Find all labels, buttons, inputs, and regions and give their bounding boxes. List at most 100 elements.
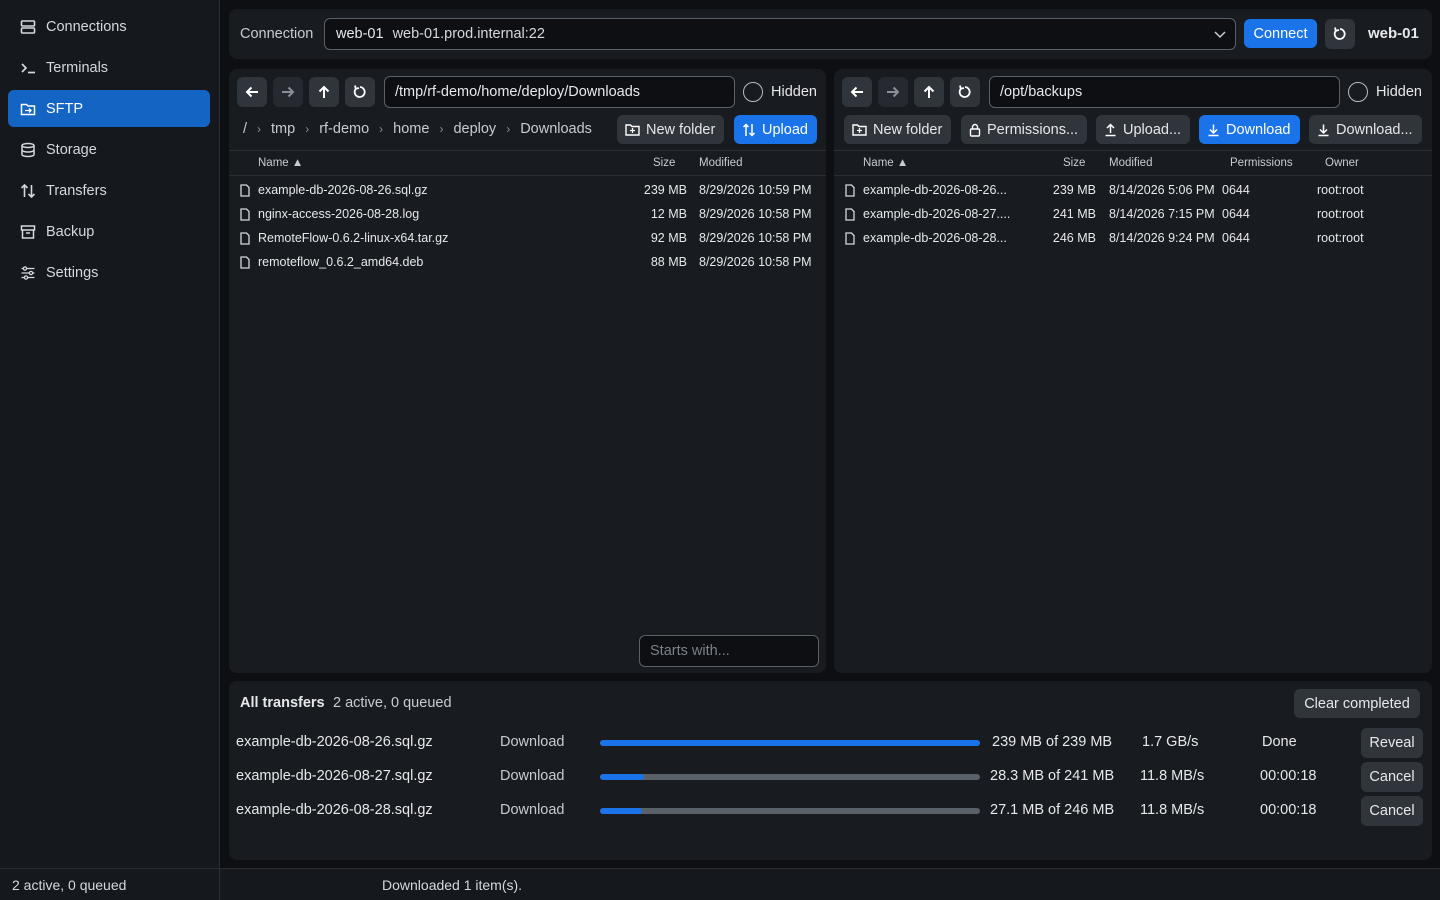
breadcrumb-home[interactable]: home xyxy=(393,121,429,137)
refresh-button[interactable] xyxy=(345,77,375,107)
file-name: example-db-2026-08-26.sql.gz xyxy=(258,183,428,197)
filter-input[interactable] xyxy=(639,635,819,667)
back-button[interactable] xyxy=(237,77,267,107)
sidebar: Connections Terminals SFTP Storage Trans… xyxy=(0,0,220,868)
column-permissions[interactable]: Permissions xyxy=(1230,157,1293,169)
cancel-button[interactable]: Cancel xyxy=(1361,762,1423,792)
column-owner[interactable]: Owner xyxy=(1325,157,1359,169)
table-row[interactable]: example-db-2026-08-26... 239 MB 8/14/202… xyxy=(834,178,1432,202)
permissions-button[interactable]: Permissions... xyxy=(961,115,1088,144)
folder-plus-icon xyxy=(625,123,640,137)
sidebar-item-connections[interactable]: Connections xyxy=(8,8,210,45)
transfer-eta: Done xyxy=(1262,734,1297,750)
table-row[interactable]: example-db-2026-08-26.sql.gz 239 MB 8/29… xyxy=(229,178,826,202)
file-permissions: 0644 xyxy=(1222,231,1250,245)
column-size[interactable]: Size xyxy=(1063,157,1085,169)
status-bar: 2 active, 0 queued Downloaded 1 item(s). xyxy=(0,868,1440,900)
breadcrumb-deploy[interactable]: deploy xyxy=(453,121,496,137)
table-row[interactable]: remoteflow_0.6.2_amd64.deb 88 MB 8/29/20… xyxy=(229,250,826,274)
table-row[interactable]: example-db-2026-08-27.... 241 MB 8/14/20… xyxy=(834,202,1432,226)
column-name[interactable]: Name ▲ xyxy=(258,157,303,169)
transfer-amount: 28.3 MB of 241 MB xyxy=(990,768,1115,784)
sidebar-item-terminals[interactable]: Terminals xyxy=(8,49,210,86)
progress-fill xyxy=(600,808,642,814)
sidebar-item-label: Backup xyxy=(46,223,95,240)
transfer-kind: Download xyxy=(500,802,565,818)
arrow-left-icon xyxy=(849,84,865,100)
new-folder-button[interactable]: New folder xyxy=(844,115,952,144)
refresh-icon xyxy=(957,84,973,100)
file-size: 88 MB xyxy=(650,255,687,269)
download-button[interactable]: Download xyxy=(1199,115,1300,144)
breadcrumb-root[interactable]: / xyxy=(243,121,247,137)
up-button[interactable] xyxy=(309,77,339,107)
hidden-toggle[interactable]: Hidden xyxy=(1348,82,1422,102)
hidden-label: Hidden xyxy=(771,84,817,100)
transfer-name: example-db-2026-08-28.sql.gz xyxy=(236,802,433,818)
new-folder-button[interactable]: New folder xyxy=(617,115,725,144)
file-modified: 8/14/2026 5:06 PM xyxy=(1109,183,1215,197)
reveal-button[interactable]: Reveal xyxy=(1361,728,1423,758)
breadcrumb-rf-demo[interactable]: rf-demo xyxy=(319,121,369,137)
sidebar-item-storage[interactable]: Storage xyxy=(8,131,210,168)
file-name: RemoteFlow-0.6.2-linux-x64.tar.gz xyxy=(258,231,449,245)
column-size[interactable]: Size xyxy=(653,157,675,169)
upload-as-button[interactable]: Upload... xyxy=(1096,115,1191,144)
breadcrumb-downloads[interactable]: Downloads xyxy=(520,121,592,137)
local-pane: Hidden / › tmp › rf-demo › home › deploy… xyxy=(229,69,826,673)
up-button[interactable] xyxy=(914,77,944,107)
file-name: example-db-2026-08-27.... xyxy=(863,207,1011,221)
path-input[interactable] xyxy=(384,76,735,108)
transfer-speed: 1.7 GB/s xyxy=(1142,734,1199,750)
table-row[interactable]: example-db-2026-08-28... 246 MB 8/14/202… xyxy=(834,226,1432,250)
transfer-amount: 239 MB of 239 MB xyxy=(992,734,1113,750)
column-modified[interactable]: Modified xyxy=(699,157,742,169)
file-name: example-db-2026-08-26... xyxy=(863,183,1007,197)
transfers-summary: 2 active, 0 queued xyxy=(333,695,452,711)
file-size: 239 MB xyxy=(1052,183,1096,197)
progress-fill xyxy=(600,774,645,780)
download-icon xyxy=(1317,123,1330,137)
clear-completed-button[interactable]: Clear completed xyxy=(1294,689,1420,718)
file-size: 241 MB xyxy=(1052,207,1096,221)
path-input[interactable] xyxy=(989,76,1340,108)
upload-button[interactable]: Upload xyxy=(734,115,817,144)
column-modified[interactable]: Modified xyxy=(1109,157,1152,169)
file-modified: 8/29/2026 10:58 PM xyxy=(699,231,812,245)
transfer-eta: 00:00:18 xyxy=(1260,802,1317,818)
chevron-right-icon: › xyxy=(305,122,310,136)
sidebar-item-sftp[interactable]: SFTP xyxy=(8,90,210,127)
connection-select[interactable]: web-01 web-01.prod.internal:22 xyxy=(324,18,1236,50)
file-modified: 8/29/2026 10:58 PM xyxy=(699,255,812,269)
upload-as-label: Upload... xyxy=(1123,121,1182,138)
column-name[interactable]: Name ▲ xyxy=(863,157,908,169)
back-button[interactable] xyxy=(842,77,872,107)
connect-button[interactable]: Connect xyxy=(1244,19,1317,48)
chevron-right-icon: › xyxy=(257,122,262,136)
transfer-kind: Download xyxy=(500,768,565,784)
table-row[interactable]: RemoteFlow-0.6.2-linux-x64.tar.gz 92 MB … xyxy=(229,226,826,250)
table-row[interactable]: nginx-access-2026-08-28.log 12 MB 8/29/2… xyxy=(229,202,826,226)
sidebar-item-label: Storage xyxy=(46,141,97,158)
connection-bar: Connection web-01 web-01.prod.internal:2… xyxy=(229,9,1432,59)
breadcrumb-tmp[interactable]: tmp xyxy=(271,121,295,137)
progress-bar xyxy=(600,740,980,746)
permissions-label: Permissions... xyxy=(987,121,1079,138)
forward-button[interactable] xyxy=(878,77,908,107)
file-modified: 8/14/2026 9:24 PM xyxy=(1109,231,1215,245)
sidebar-item-transfers[interactable]: Transfers xyxy=(8,172,210,209)
file-icon xyxy=(240,256,250,269)
reconnect-button[interactable] xyxy=(1325,19,1355,49)
cancel-button[interactable]: Cancel xyxy=(1361,796,1423,826)
sidebar-item-settings[interactable]: Settings xyxy=(8,254,210,291)
file-owner: root:root xyxy=(1317,231,1364,245)
refresh-button[interactable] xyxy=(950,77,980,107)
folder-plus-icon xyxy=(852,123,867,137)
sidebar-item-backup[interactable]: Backup xyxy=(8,213,210,250)
connection-label: Connection xyxy=(240,26,314,42)
forward-button[interactable] xyxy=(273,77,303,107)
hidden-radio[interactable] xyxy=(743,82,763,102)
hidden-toggle[interactable]: Hidden xyxy=(743,82,817,102)
hidden-radio[interactable] xyxy=(1348,82,1368,102)
download-as-button[interactable]: Download... xyxy=(1309,115,1422,144)
